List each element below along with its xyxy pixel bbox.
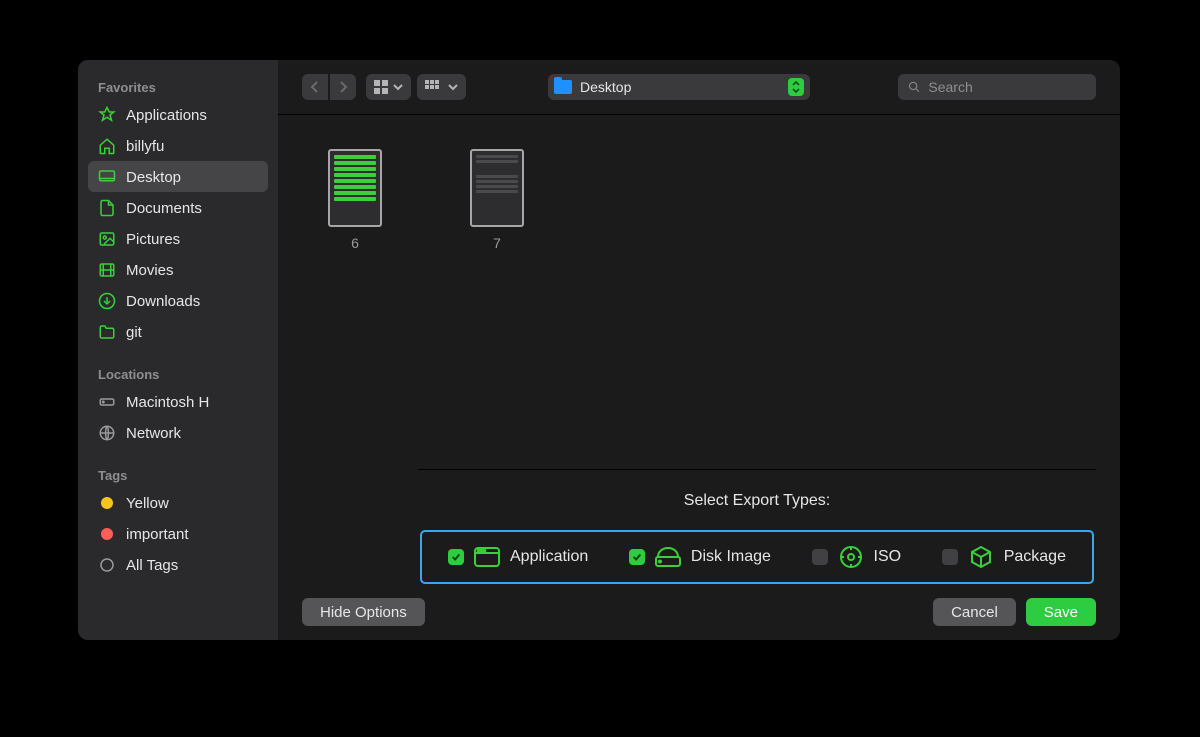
folder-icon	[98, 323, 116, 341]
toolbar: Desktop	[278, 60, 1120, 115]
desktop-icon	[98, 168, 116, 186]
movies-icon	[98, 261, 116, 279]
disk-icon	[98, 393, 116, 411]
export-type-diskimage[interactable]: Disk Image	[629, 544, 771, 570]
file-name: 7	[493, 235, 501, 251]
disk-image-icon	[655, 544, 681, 570]
downloads-icon	[98, 292, 116, 310]
location-label: Desktop	[580, 79, 780, 95]
sidebar-item-label: Macintosh H	[126, 394, 209, 411]
pictures-icon	[98, 230, 116, 248]
view-icons-button[interactable]	[366, 74, 411, 100]
sidebar: Favorites Applications billyfu Desktop D…	[78, 60, 278, 640]
document-icon	[98, 199, 116, 217]
sidebar-item-pictures[interactable]: Pictures	[88, 223, 268, 254]
view-controls	[366, 74, 466, 100]
export-type-application[interactable]: Application	[448, 544, 588, 570]
sidebar-tag-yellow[interactable]: Yellow	[88, 487, 268, 518]
sidebar-item-label: Pictures	[126, 231, 180, 248]
export-types-box: Application Disk Image ISO	[420, 530, 1094, 584]
export-type-label: Application	[510, 548, 588, 566]
tag-dot-icon	[98, 494, 116, 512]
save-button[interactable]: Save	[1026, 598, 1096, 626]
export-type-label: ISO	[874, 548, 902, 566]
search-field[interactable]	[898, 74, 1096, 100]
application-icon	[474, 544, 500, 570]
sidebar-item-label: Yellow	[126, 495, 169, 512]
section-locations-label: Locations	[88, 361, 268, 386]
checkbox-iso[interactable]	[812, 549, 828, 565]
search-input[interactable]	[928, 79, 1086, 95]
export-type-iso[interactable]: ISO	[812, 544, 902, 570]
sidebar-item-network[interactable]: Network	[88, 417, 268, 448]
grid-icon	[374, 80, 388, 94]
sidebar-item-applications[interactable]: Applications	[88, 99, 268, 130]
location-stepper[interactable]	[788, 78, 804, 96]
export-options-title: Select Export Types:	[418, 492, 1096, 510]
sidebar-tag-important[interactable]: important	[88, 518, 268, 549]
sidebar-item-desktop[interactable]: Desktop	[88, 161, 268, 192]
export-type-package[interactable]: Package	[942, 544, 1066, 570]
file-grid: 6 7	[278, 115, 1120, 469]
dialog-footer: Hide Options Cancel Save	[278, 584, 1120, 640]
hide-options-button[interactable]: Hide Options	[302, 598, 425, 626]
location-picker[interactable]: Desktop	[548, 74, 810, 100]
search-icon	[908, 80, 920, 94]
export-options: Select Export Types: Application	[418, 469, 1096, 584]
export-type-label: Disk Image	[691, 548, 771, 566]
sidebar-item-label: Desktop	[126, 169, 181, 186]
chevron-down-icon	[393, 83, 403, 91]
checkbox-diskimage[interactable]	[629, 549, 645, 565]
sidebar-item-label: All Tags	[126, 557, 178, 574]
sidebar-item-billyfu[interactable]: billyfu	[88, 130, 268, 161]
applications-icon	[98, 106, 116, 124]
sidebar-item-label: billyfu	[126, 138, 164, 155]
grid-group-icon	[425, 80, 443, 94]
sidebar-item-git[interactable]: git	[88, 316, 268, 347]
sidebar-all-tags[interactable]: All Tags	[88, 549, 268, 580]
check-icon	[451, 552, 461, 562]
sidebar-item-label: Applications	[126, 107, 207, 124]
chevron-down-icon	[448, 83, 458, 91]
sidebar-item-documents[interactable]: Documents	[88, 192, 268, 223]
iso-icon	[838, 544, 864, 570]
sidebar-item-movies[interactable]: Movies	[88, 254, 268, 285]
file-name: 6	[351, 235, 359, 251]
check-icon	[632, 552, 642, 562]
main-panel: Desktop 6	[278, 60, 1120, 640]
file-item[interactable]: 6	[310, 149, 400, 251]
file-thumbnail	[328, 149, 382, 227]
cancel-button[interactable]: Cancel	[933, 598, 1016, 626]
network-icon	[98, 424, 116, 442]
sidebar-item-label: Movies	[126, 262, 174, 279]
sidebar-item-macintosh-hd[interactable]: Macintosh H	[88, 386, 268, 417]
sidebar-item-label: important	[126, 526, 189, 543]
export-type-label: Package	[1004, 548, 1066, 566]
home-icon	[98, 137, 116, 155]
sidebar-item-label: git	[126, 324, 142, 341]
sidebar-item-label: Documents	[126, 200, 202, 217]
file-thumbnail	[470, 149, 524, 227]
tag-dot-icon	[98, 525, 116, 543]
sidebar-item-label: Downloads	[126, 293, 200, 310]
nav-buttons	[302, 74, 356, 100]
file-item[interactable]: 7	[452, 149, 542, 251]
section-tags-label: Tags	[88, 462, 268, 487]
sidebar-item-label: Network	[126, 425, 181, 442]
section-favorites-label: Favorites	[88, 74, 268, 99]
folder-icon	[554, 80, 572, 94]
package-icon	[968, 544, 994, 570]
group-button[interactable]	[417, 74, 466, 100]
chevron-down-icon	[792, 87, 800, 93]
save-dialog: Favorites Applications billyfu Desktop D…	[78, 60, 1120, 640]
chevron-left-icon	[310, 81, 320, 93]
checkbox-application[interactable]	[448, 549, 464, 565]
chevron-right-icon	[338, 81, 348, 93]
nav-back-button[interactable]	[302, 74, 328, 100]
all-tags-icon	[98, 556, 116, 574]
sidebar-item-downloads[interactable]: Downloads	[88, 285, 268, 316]
checkbox-package[interactable]	[942, 549, 958, 565]
nav-forward-button[interactable]	[330, 74, 356, 100]
